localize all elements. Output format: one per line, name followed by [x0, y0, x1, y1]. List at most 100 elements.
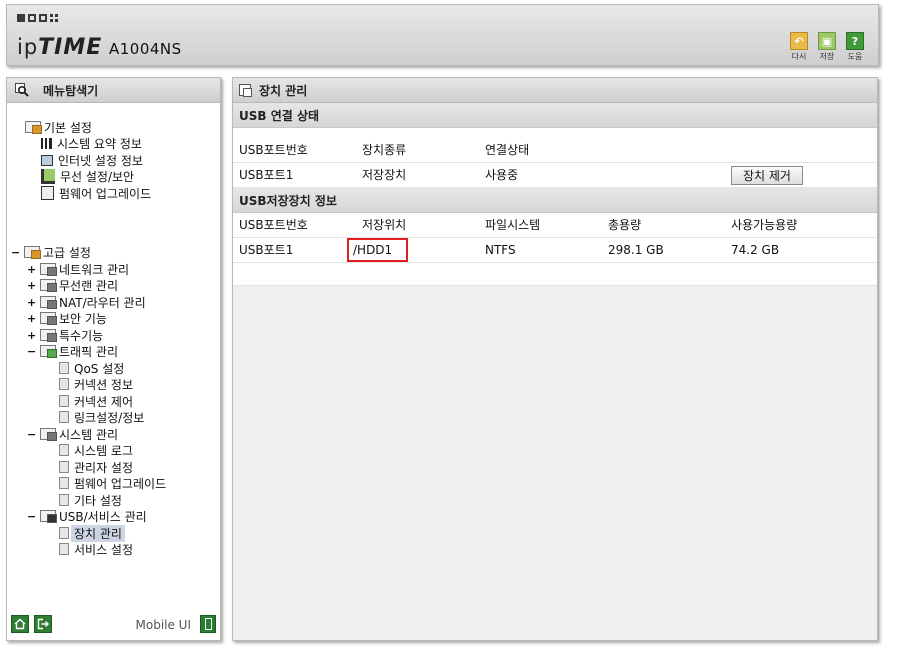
page-icon — [59, 461, 69, 473]
page-icon — [59, 395, 69, 407]
col-location: 저장위치 — [362, 218, 407, 232]
storage-location-highlight: /HDD1 — [346, 238, 409, 262]
empty-row — [233, 263, 877, 286]
expand-icon[interactable]: + — [27, 263, 36, 276]
menu-connection-control[interactable]: 커넥션 제어 — [59, 393, 133, 409]
chart-icon — [41, 137, 52, 149]
undo-icon: ↶ — [790, 32, 808, 50]
help-label: 도움 — [847, 52, 863, 61]
menu-admin-settings[interactable]: 관리자 설정 — [59, 459, 133, 475]
mobile-phone-icon[interactable] — [200, 615, 216, 633]
menu-system-summary[interactable]: 시스템 요약 정보 — [41, 135, 142, 151]
expand-icon[interactable]: + — [27, 312, 36, 325]
storage-header-row: USB포트번호 저장위치 파일시스템 총용량 사용가능용량 — [233, 213, 877, 238]
toolbar: ↶ 다시 ▣ 저장 ? 도움 — [788, 32, 866, 62]
folder-special-icon — [40, 329, 57, 342]
page-icon — [59, 378, 69, 390]
help-button[interactable]: ? 도움 — [844, 32, 866, 62]
menu-internet-settings[interactable]: 인터넷 설정 정보 — [41, 152, 143, 168]
menu-special-functions[interactable]: + 특수기능 — [27, 327, 103, 343]
folder-system-icon — [40, 428, 57, 441]
menu-basic-settings[interactable]: 기본 설정 — [25, 119, 92, 135]
collapse-icon[interactable]: − — [27, 428, 36, 441]
col-filesystem: 파일시스템 — [485, 218, 541, 232]
content-header: 장치 관리 — [233, 78, 877, 103]
home-icon — [14, 618, 26, 630]
folder-traffic-icon — [40, 345, 57, 358]
model-name: A1004NS — [109, 40, 182, 58]
menu-service-settings[interactable]: 서비스 설정 — [59, 541, 133, 557]
folder-usb-icon — [40, 510, 57, 523]
menu-link-settings[interactable]: 링크설정/정보 — [59, 409, 144, 425]
collapse-icon[interactable]: − — [27, 510, 36, 523]
menu-device-management[interactable]: 장치 관리 — [59, 524, 125, 542]
col-port: USB포트번호 — [239, 143, 308, 157]
logout-icon — [37, 618, 49, 630]
menu-other-settings[interactable]: 기타 설정 — [59, 492, 122, 508]
save-label: 저장 — [819, 52, 835, 61]
firmware-icon — [41, 186, 54, 200]
usb-status-section-title: USB 연결 상태 — [233, 103, 877, 128]
brand-time: TIME — [38, 35, 103, 60]
menu-traffic-management[interactable]: − 트래픽 관리 — [27, 343, 118, 359]
menu-usb-service[interactable]: − USB/서비스 관리 — [27, 508, 147, 524]
folder-network-icon — [40, 263, 57, 276]
menu-wlan-management[interactable]: + 무선랜 관리 — [27, 277, 118, 293]
page-icon — [59, 527, 69, 539]
expand-icon[interactable]: + — [27, 296, 36, 309]
folder-lock-icon — [40, 312, 57, 325]
page-icon — [59, 444, 69, 456]
menu-system-log[interactable]: 시스템 로그 — [59, 442, 133, 458]
menu-network-management[interactable]: + 네트워크 관리 — [27, 261, 129, 277]
remove-device-button[interactable]: 장치 제거 — [731, 166, 803, 185]
folder-settings-icon — [24, 246, 41, 259]
menu-footer: Mobile UI — [7, 615, 220, 637]
menu-firmware-upgrade-basic[interactable]: 펌웨어 업그레이드 — [41, 185, 151, 201]
home-button[interactable] — [11, 615, 29, 633]
folder-wireless-icon — [40, 279, 57, 292]
storage-info-section-title: USB저장장치 정보 — [233, 188, 877, 213]
content-panel: 장치 관리 USB 연결 상태 USB포트번호 장치종류 연결상태 USB포트1… — [232, 77, 878, 641]
mobile-ui-link[interactable]: Mobile UI — [136, 618, 192, 632]
col-free-capacity: 사용가능용량 — [731, 218, 798, 232]
menu-security[interactable]: + 보안 기능 — [27, 310, 107, 326]
page-icon — [59, 494, 69, 506]
menu-advanced-settings[interactable]: − 고급 설정 — [11, 244, 91, 260]
undo-button[interactable]: ↶ 다시 — [788, 32, 810, 62]
monitor-icon — [41, 154, 53, 166]
table-row: USB포트1 저장장치 사용중 장치 제거 — [233, 163, 877, 188]
top-header: ipTIME A1004NS ↶ 다시 ▣ 저장 ? 도움 — [6, 4, 879, 66]
logout-button[interactable] — [34, 615, 52, 633]
brand-ip: ip — [17, 35, 39, 59]
document-icon — [239, 84, 252, 97]
folder-router-icon — [40, 296, 57, 309]
page-icon — [59, 411, 69, 423]
logo-squares-icon — [17, 14, 58, 22]
menu-explorer-title: 메뉴탐색기 — [43, 83, 99, 98]
menu-nat-router[interactable]: + NAT/라우터 관리 — [27, 294, 146, 310]
menu-system-management[interactable]: − 시스템 관리 — [27, 426, 118, 442]
col-total-capacity: 총용량 — [608, 218, 642, 232]
save-button[interactable]: ▣ 저장 — [816, 32, 838, 62]
storage-info-table: USB포트번호 저장위치 파일시스템 총용량 사용가능용량 USB포트1 /HD… — [233, 213, 877, 286]
page-icon — [59, 477, 69, 489]
menu-firmware-upgrade[interactable]: 펌웨어 업그레이드 — [59, 475, 166, 491]
undo-label: 다시 — [791, 52, 807, 61]
collapse-icon[interactable]: − — [11, 246, 20, 259]
col-device-type: 장치종류 — [362, 143, 407, 157]
menu-qos[interactable]: QoS 설정 — [59, 360, 124, 376]
magnifier-icon — [15, 83, 29, 97]
menu-explorer-panel: 메뉴탐색기 기본 설정 시스템 요약 정보 인터넷 설정 정보 무선 설정/보안… — [6, 77, 221, 641]
menu-wireless-security[interactable]: 무선 설정/보안 — [41, 168, 134, 184]
expand-icon[interactable]: + — [27, 329, 36, 342]
menu-connection-info[interactable]: 커넥션 정보 — [59, 376, 133, 392]
wireless-icon — [41, 168, 55, 184]
brand-logo: ipTIME — [17, 35, 102, 60]
usb-status-table: USB포트번호 장치종류 연결상태 USB포트1 저장장치 사용중 장치 제거 — [233, 128, 877, 188]
help-icon: ? — [846, 32, 864, 50]
col-port: USB포트번호 — [239, 218, 308, 232]
page-icon — [59, 362, 69, 374]
usb-status-header-row: USB포트번호 장치종류 연결상태 — [233, 138, 877, 163]
expand-icon[interactable]: + — [27, 279, 36, 292]
collapse-icon[interactable]: − — [27, 345, 36, 358]
